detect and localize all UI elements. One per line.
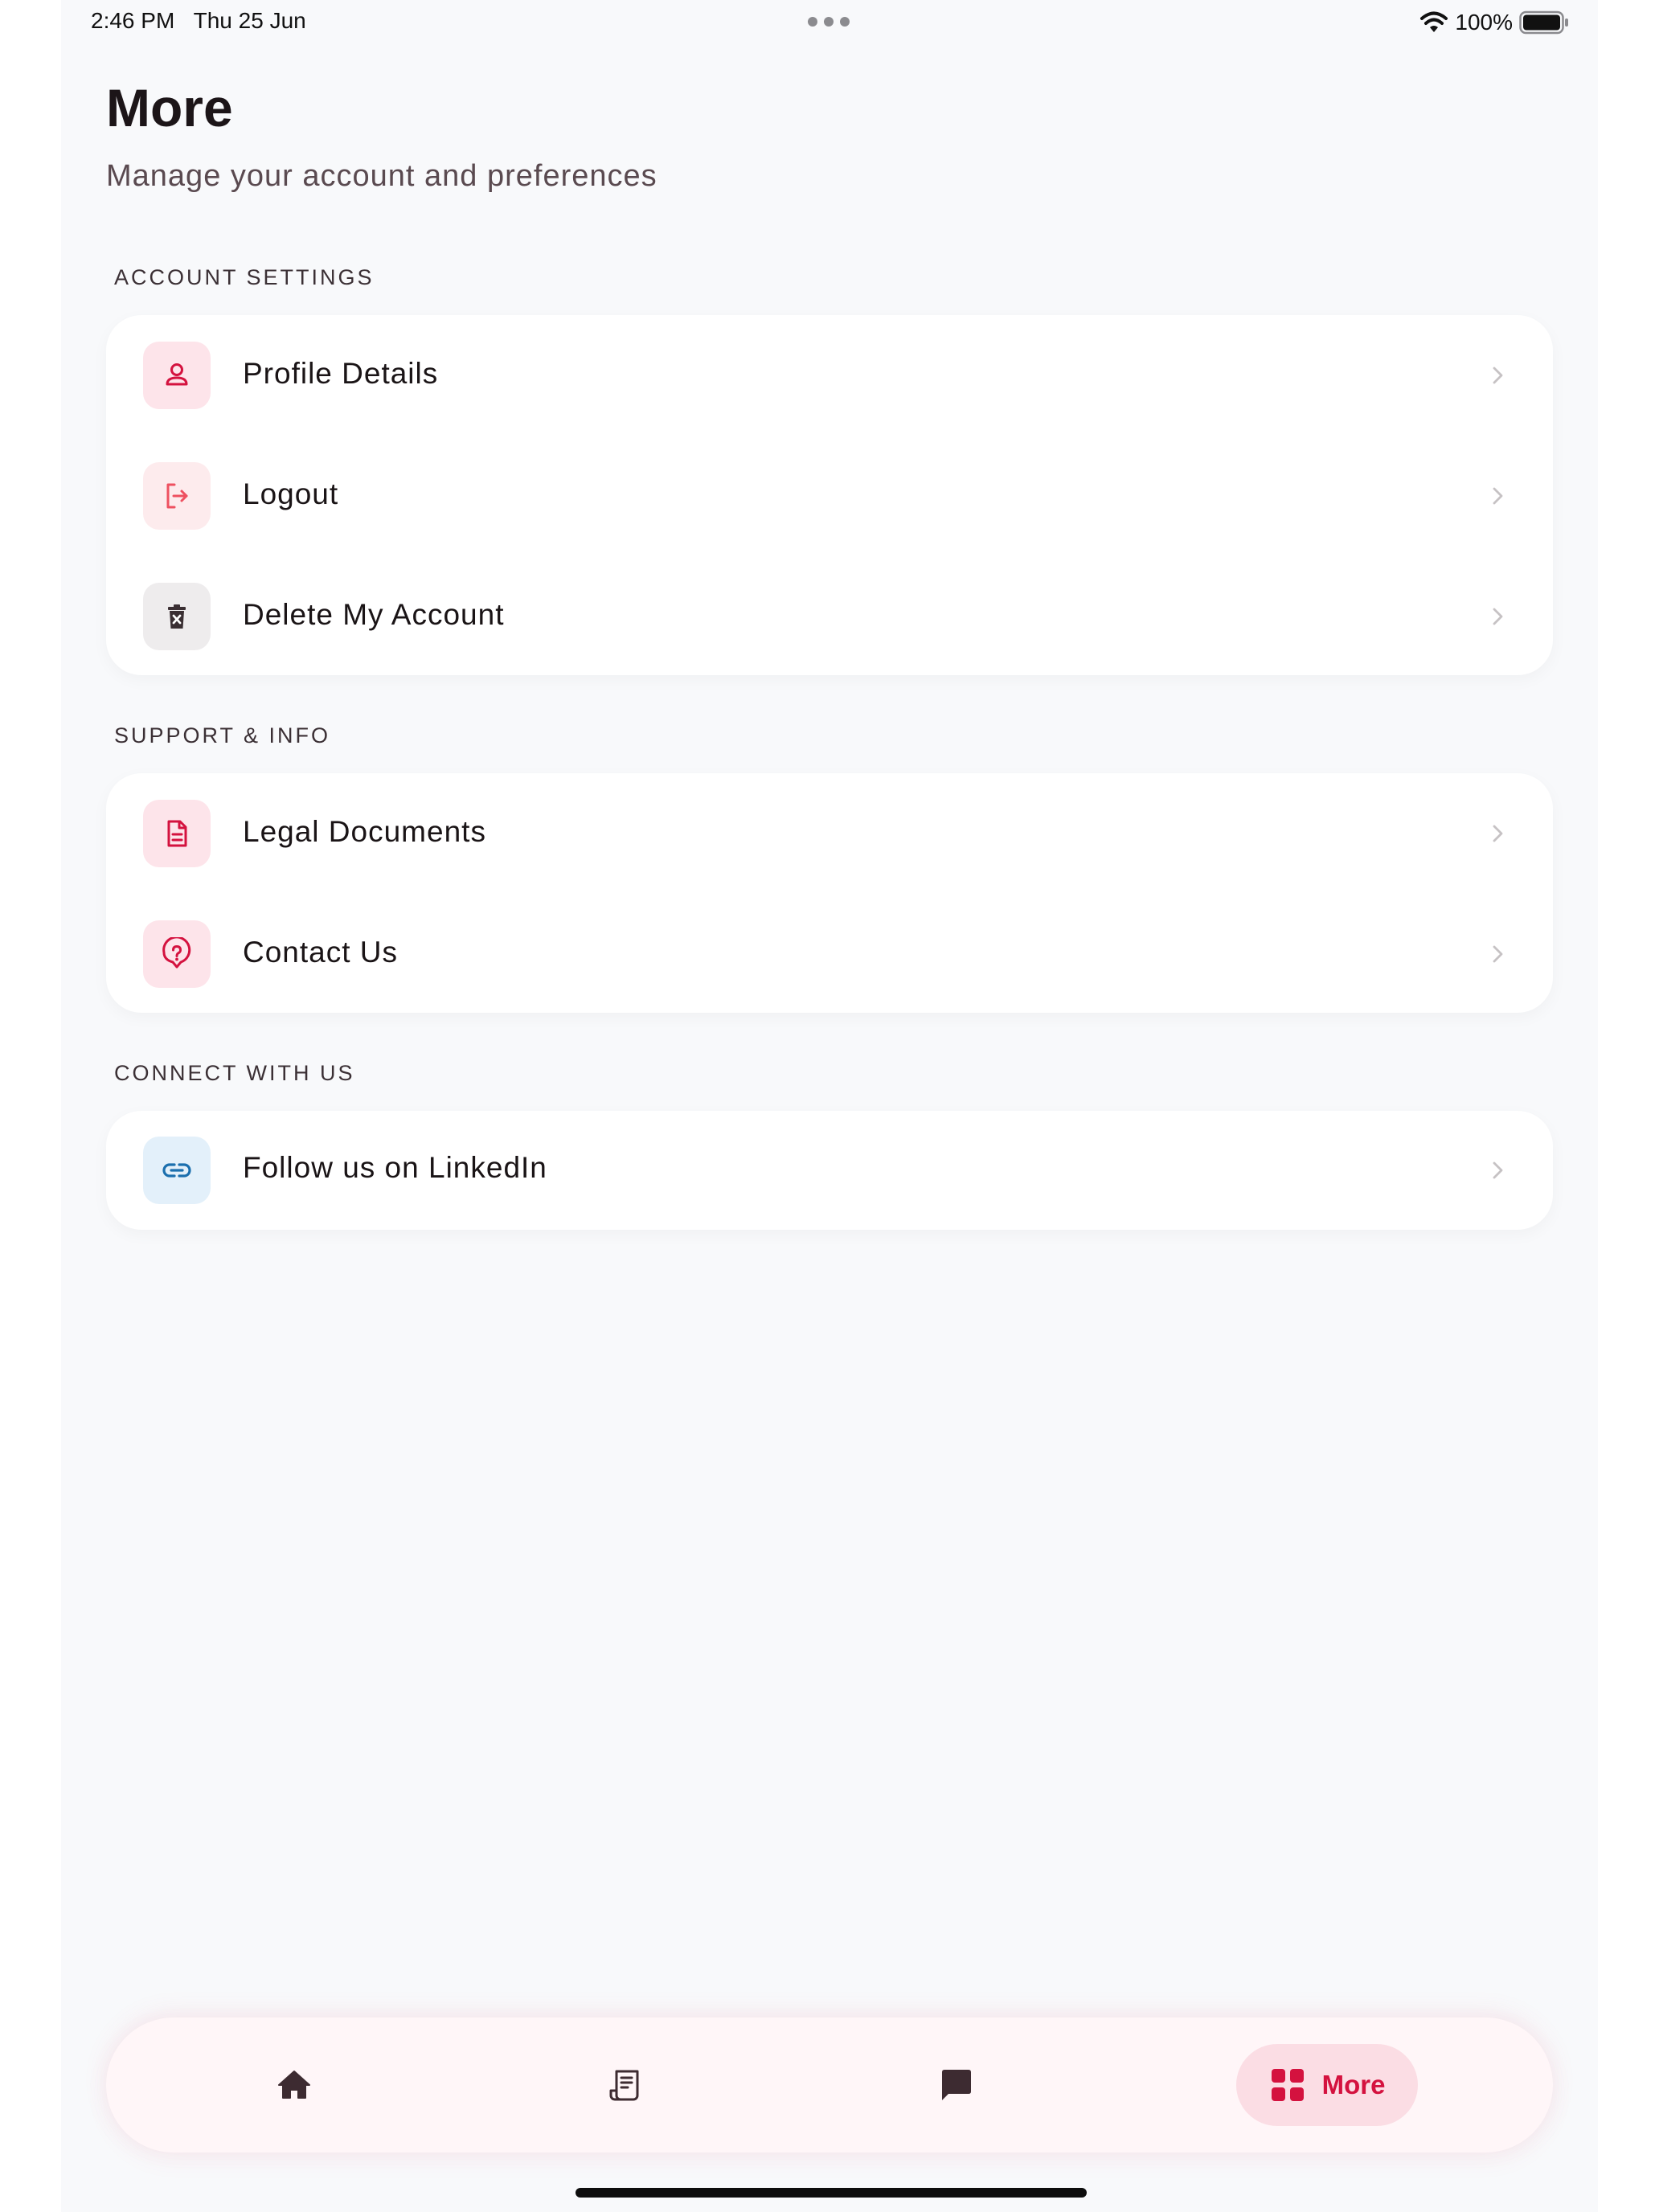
chevron-right-icon bbox=[1493, 945, 1503, 963]
tab-more-label: More bbox=[1321, 2070, 1386, 2099]
tab-messages[interactable] bbox=[902, 2017, 1011, 2153]
tab-more[interactable]: More bbox=[1236, 2044, 1418, 2126]
user-icon bbox=[143, 342, 211, 409]
menu-item-linkedin[interactable]: Follow us on LinkedIn bbox=[106, 1111, 1553, 1230]
home-indicator[interactable] bbox=[576, 2188, 1087, 2198]
page-title: More bbox=[106, 78, 233, 137]
battery-percentage: 100% bbox=[1455, 10, 1513, 35]
menu-item-label: Logout bbox=[243, 477, 339, 510]
menu-item-legal-documents[interactable]: Legal Documents bbox=[106, 773, 1553, 894]
section-label-connect: CONNECT WITH US bbox=[114, 1061, 355, 1085]
bottom-tab-bar: More bbox=[106, 2017, 1553, 2153]
status-indicators: 100% bbox=[1419, 6, 1569, 39]
document-icon bbox=[143, 800, 211, 867]
home-icon bbox=[278, 2071, 310, 2099]
chevron-right-icon bbox=[1493, 1161, 1503, 1179]
menu-item-label: Contact Us bbox=[243, 936, 399, 969]
chevron-right-icon bbox=[1493, 367, 1503, 384]
section-label-support: SUPPORT & INFO bbox=[114, 723, 331, 748]
grid-icon bbox=[1271, 2069, 1304, 2101]
battery-icon bbox=[1519, 10, 1568, 35]
menu-item-label: Legal Documents bbox=[243, 815, 486, 848]
page-subtitle: Manage your account and preferences bbox=[106, 159, 657, 193]
trash-icon bbox=[143, 583, 211, 650]
section-label-account: ACCOUNT SETTINGS bbox=[114, 265, 375, 289]
support-info-card: Legal Documents Contact Us bbox=[106, 773, 1553, 1013]
menu-item-label: Delete My Account bbox=[243, 598, 505, 631]
chevron-right-icon bbox=[1493, 825, 1503, 842]
receipt-icon bbox=[609, 2070, 639, 2101]
status-time: 2:46 PM Thu 25 Jun bbox=[91, 8, 306, 34]
menu-item-profile-details[interactable]: Profile Details bbox=[106, 315, 1553, 436]
wifi-icon bbox=[1420, 11, 1448, 32]
connect-card: Follow us on LinkedIn bbox=[106, 1111, 1553, 1230]
status-date: Thu 25 Jun bbox=[193, 8, 306, 33]
menu-item-delete-account[interactable]: Delete My Account bbox=[106, 556, 1553, 677]
help-icon bbox=[143, 920, 211, 988]
menu-item-label: Follow us on LinkedIn bbox=[243, 1151, 547, 1184]
status-bar: 2:46 PM Thu 25 Jun 100% bbox=[61, 0, 1598, 45]
menu-item-label: Profile Details bbox=[243, 357, 439, 390]
tab-home[interactable] bbox=[240, 2017, 349, 2153]
app-frame: 2:46 PM Thu 25 Jun 100% More Manage your… bbox=[61, 0, 1598, 2212]
account-settings-card: Profile Details Logout Delete My Account bbox=[106, 315, 1553, 675]
logout-icon bbox=[143, 462, 211, 530]
chat-icon bbox=[942, 2070, 971, 2100]
tab-receipts[interactable] bbox=[571, 2017, 680, 2153]
menu-item-logout[interactable]: Logout bbox=[106, 436, 1553, 556]
chevron-right-icon bbox=[1493, 487, 1503, 505]
multitasking-dots-icon[interactable] bbox=[808, 17, 850, 27]
status-clock: 2:46 PM bbox=[91, 8, 175, 33]
chevron-right-icon bbox=[1493, 608, 1503, 625]
link-icon bbox=[143, 1137, 211, 1204]
menu-item-contact-us[interactable]: Contact Us bbox=[106, 894, 1553, 1014]
